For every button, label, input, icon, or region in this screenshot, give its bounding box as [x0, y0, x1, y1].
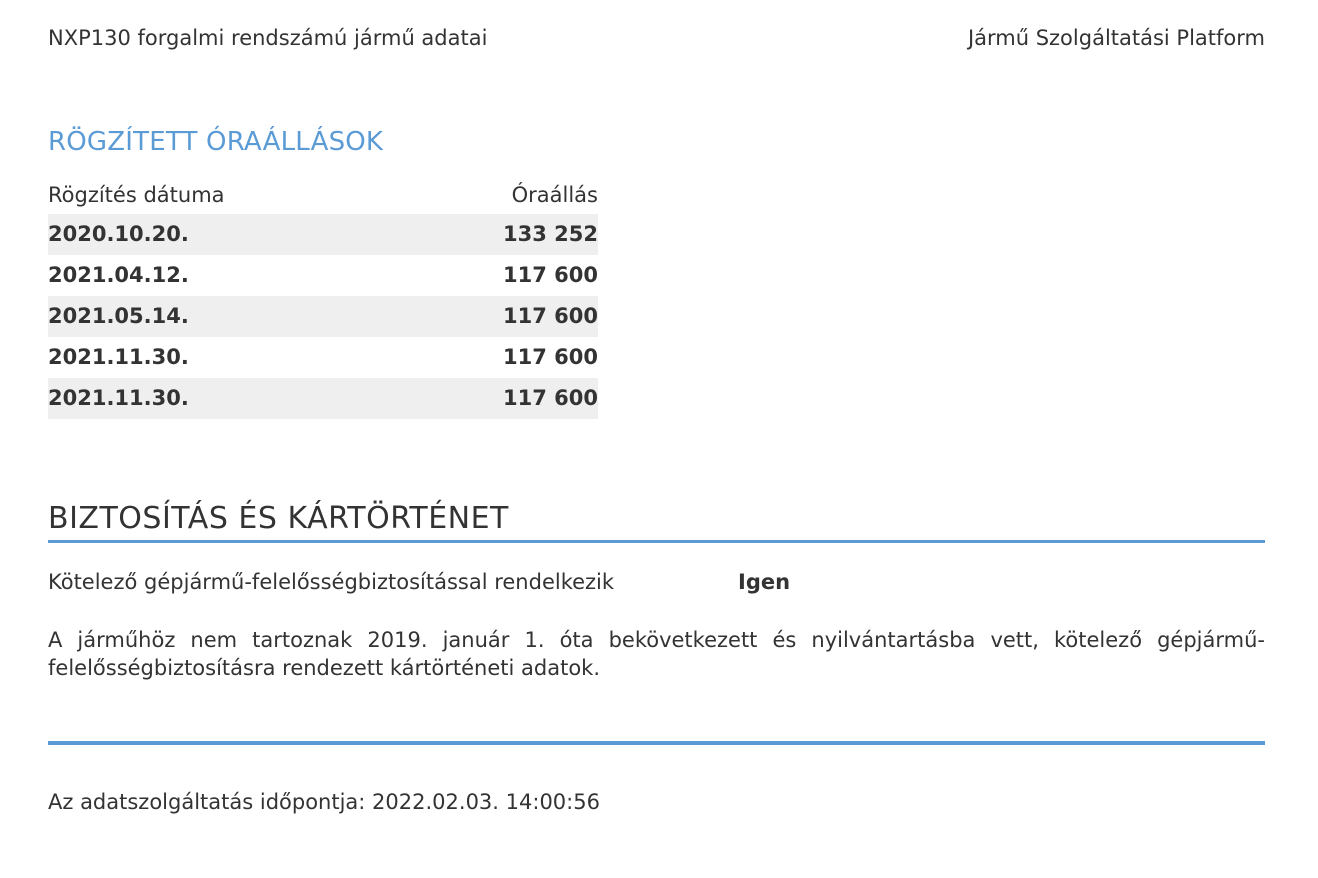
- row-date: 2021.04.12.: [48, 263, 189, 287]
- row-reading: 117 600: [503, 386, 598, 410]
- table-row: 2020.10.20. 133 252: [48, 214, 598, 255]
- data-service-timestamp: Az adatszolgáltatás időpontja: 2022.02.0…: [48, 790, 600, 814]
- row-date: 2021.11.30.: [48, 386, 189, 410]
- column-header-reading: Óraállás: [511, 183, 598, 207]
- page-header: NXP130 forgalmi rendszámú jármű adatai J…: [48, 24, 1265, 52]
- row-reading: 117 600: [503, 345, 598, 369]
- table-row: 2021.11.30. 117 600: [48, 378, 598, 419]
- table-row: 2021.11.30. 117 600: [48, 337, 598, 378]
- row-reading: 117 600: [503, 263, 598, 287]
- row-date: 2021.05.14.: [48, 304, 189, 328]
- mandatory-insurance-label: Kötelező gépjármű-felelősségbiztosítássa…: [48, 570, 615, 594]
- insurance-section-title: BIZTOSÍTÁS ÉS KÁRTÖRTÉNET: [48, 501, 509, 536]
- odometer-section-title: RÖGZÍTETT ÓRAÁLLÁSOK: [48, 127, 384, 157]
- footer-divider: [48, 741, 1265, 745]
- row-reading: 117 600: [503, 304, 598, 328]
- claims-history-note: A járműhöz nem tartoznak 2019. január 1.…: [48, 628, 1265, 680]
- row-reading: 133 252: [503, 222, 598, 246]
- section-divider: [48, 540, 1265, 543]
- table-row: 2021.05.14. 117 600: [48, 296, 598, 337]
- column-header-date: Rögzítés dátuma: [48, 183, 225, 207]
- mandatory-insurance-value: Igen: [738, 570, 791, 594]
- platform-name: Jármű Szolgáltatási Platform: [967, 26, 1265, 50]
- row-date: 2021.11.30.: [48, 345, 189, 369]
- vehicle-title: NXP130 forgalmi rendszámú jármű adatai: [48, 26, 488, 50]
- odometer-table: Rögzítés dátuma Óraállás 2020.10.20. 133…: [48, 176, 598, 419]
- table-row: 2021.04.12. 117 600: [48, 255, 598, 296]
- odometer-table-header: Rögzítés dátuma Óraállás: [48, 176, 598, 214]
- row-date: 2020.10.20.: [48, 222, 189, 246]
